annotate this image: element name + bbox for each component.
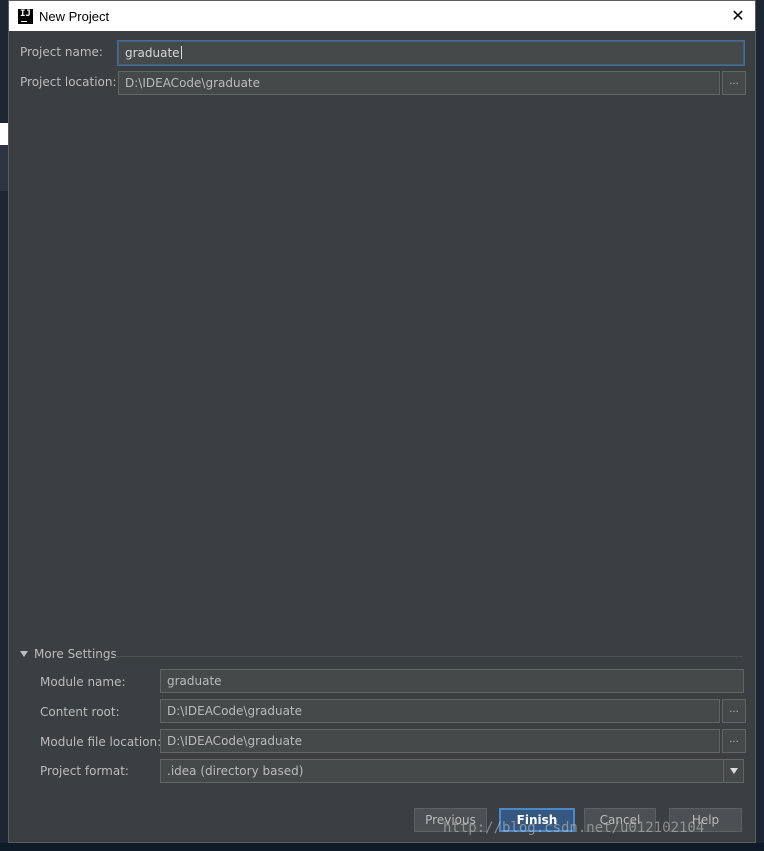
finish-button[interactable]: Finish	[499, 808, 575, 832]
intellij-icon: IJ	[18, 8, 33, 24]
project-location-browse-button[interactable]: ...	[722, 71, 746, 95]
window-title: New Project	[39, 8, 110, 24]
text-caret	[180, 46, 182, 59]
project-name-value: graduate	[125, 46, 180, 60]
content-root-input[interactable]: D:\IDEACode\graduate	[160, 699, 720, 723]
content-root-label: Content root:	[40, 705, 120, 719]
help-button[interactable]: Help	[669, 808, 742, 832]
content-root-browse-button[interactable]: ...	[722, 699, 746, 723]
project-format-value: .idea (directory based)	[167, 764, 304, 778]
module-name-label: Module name:	[40, 675, 126, 689]
project-name-label: Project name:	[20, 45, 103, 59]
previous-button[interactable]: Previous	[414, 808, 487, 832]
project-name-input[interactable]: graduate	[118, 41, 744, 65]
cancel-button[interactable]: Cancel	[584, 808, 656, 832]
project-location-label: Project location:	[20, 75, 117, 89]
project-location-input[interactable]: D:\IDEACode\graduate	[118, 71, 720, 95]
title-bar[interactable]: IJ New Project ✕	[9, 1, 755, 31]
desktop-background-fragment	[0, 145, 8, 191]
module-file-location-input[interactable]: D:\IDEACode\graduate	[160, 729, 720, 753]
desktop-background-fragment	[0, 843, 764, 851]
triangle-down-icon	[20, 651, 28, 657]
chevron-down-icon[interactable]	[723, 760, 743, 782]
project-format-label: Project format:	[40, 764, 129, 778]
more-settings-label: More Settings	[34, 647, 117, 661]
section-divider	[113, 656, 743, 657]
project-format-select[interactable]: .idea (directory based)	[160, 759, 744, 783]
module-name-input[interactable]: graduate	[160, 669, 744, 693]
module-file-location-browse-button[interactable]: ...	[722, 729, 746, 753]
desktop-background-fragment	[0, 123, 8, 145]
close-icon[interactable]: ✕	[727, 5, 749, 27]
module-file-location-label: Module file location:	[40, 735, 162, 749]
new-project-dialog: IJ New Project ✕ Project name: graduate …	[8, 0, 756, 843]
more-settings-toggle[interactable]: More Settings	[20, 647, 117, 661]
